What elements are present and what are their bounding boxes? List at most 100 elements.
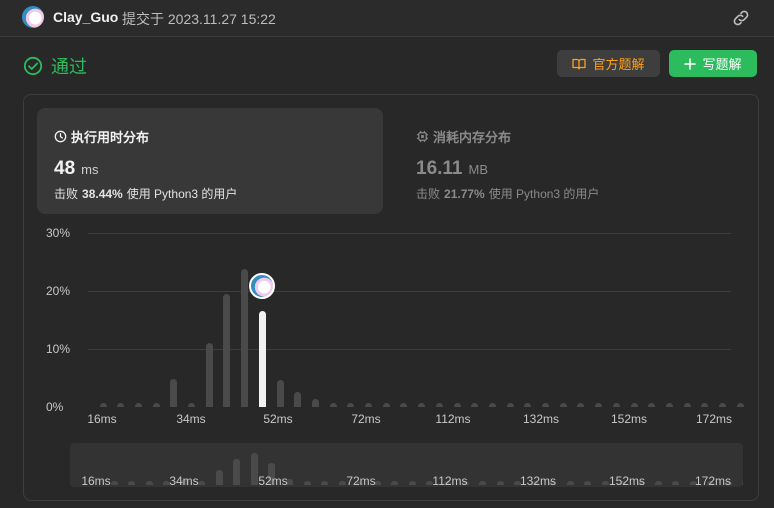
submitted-time: 提交于 2023.11.27 15:22 (122, 11, 276, 27)
mini-x-tick-label: 112ms (432, 474, 468, 487)
bar[interactable] (152, 402, 160, 407)
bar[interactable] (365, 402, 372, 407)
bar[interactable] (612, 402, 620, 407)
status-text: 通过 (51, 57, 87, 77)
bar[interactable] (99, 402, 107, 407)
runtime-unit: ms (81, 162, 99, 177)
mini-bar (566, 481, 574, 485)
bar[interactable] (435, 402, 443, 407)
bar[interactable] (418, 402, 426, 407)
submission-header: Clay_Guo 提交于 2023.11.27 15:22 (0, 0, 774, 37)
mini-bar (215, 470, 223, 485)
x-tick-label: 72ms (351, 412, 381, 426)
bar[interactable] (347, 402, 355, 407)
bar[interactable] (577, 402, 585, 407)
memory-card[interactable]: 消耗内存分布 16.11 MB 击败 21.77% 使用 Python3 的用户 (399, 108, 745, 214)
memory-beat: 击败 21.77% 使用 Python3 的用户 (416, 185, 599, 202)
chip-icon (416, 130, 429, 143)
bar[interactable] (205, 343, 213, 407)
mini-x-tick-label: 172ms (694, 474, 732, 487)
write-solution-label: 写题解 (702, 57, 742, 72)
official-solution-label: 官方题解 (592, 57, 645, 72)
write-solution-button[interactable]: 写题解 (669, 50, 757, 77)
runtime-beat-percent: 38.44% (82, 187, 123, 201)
x-tick-label: 52ms (263, 412, 293, 426)
mini-x-tick-label: 16ms (81, 474, 111, 487)
bar[interactable] (400, 402, 408, 407)
mini-bar (198, 481, 206, 485)
memory-title: 消耗内存分布 (433, 130, 512, 145)
memory-value-row: 16.11 MB (416, 158, 488, 180)
bar[interactable] (170, 379, 178, 407)
bar[interactable] (223, 293, 231, 407)
bar[interactable] (488, 402, 496, 407)
x-tick-label: 16ms (87, 412, 117, 426)
official-solution-button[interactable]: 官方题解 (557, 50, 660, 77)
user-avatar-icon[interactable] (22, 6, 44, 28)
bar-current[interactable] (258, 311, 266, 407)
x-tick-label: 152ms (610, 412, 648, 426)
bar[interactable] (524, 402, 532, 407)
bar[interactable] (117, 402, 125, 407)
book-icon (572, 58, 587, 70)
chart-range-slider[interactable]: 16ms 34ms 52ms 72ms 112ms 132ms 152ms 172ms (70, 443, 743, 487)
plus-icon (684, 57, 697, 70)
bar[interactable] (665, 402, 673, 407)
mini-bar (110, 481, 118, 485)
bar[interactable] (630, 402, 638, 407)
bar[interactable] (719, 402, 726, 407)
mini-x-tick-label: 152ms (608, 474, 646, 487)
runtime-beat-suffix: 使用 Python3 的用户 (126, 187, 238, 201)
mini-x-tick-label: 34ms (169, 474, 199, 487)
bar[interactable] (559, 402, 567, 407)
bar[interactable] (701, 402, 709, 407)
mini-bar (303, 481, 311, 485)
bar[interactable] (134, 402, 142, 407)
y-tick-label: 0% (46, 400, 64, 414)
username[interactable]: Clay_Guo (53, 9, 118, 25)
mini-bar (742, 481, 743, 485)
user-position-marker-icon[interactable] (249, 273, 275, 299)
link-icon[interactable] (730, 8, 752, 28)
bar[interactable] (276, 380, 284, 407)
memory-beat-percent: 21.77% (444, 187, 485, 201)
bar[interactable] (471, 402, 479, 407)
bar[interactable] (595, 402, 603, 407)
bar[interactable] (736, 402, 744, 407)
x-tick-label: 172ms (695, 412, 733, 426)
mini-bar (496, 481, 504, 485)
runtime-value-row: 48 ms (54, 158, 98, 180)
memory-beat-suffix: 使用 Python3 的用户 (488, 187, 600, 201)
memory-beat-prefix: 击败 (416, 187, 441, 201)
y-tick-label: 30% (46, 226, 71, 240)
bar[interactable] (188, 402, 195, 407)
mini-bar (672, 481, 680, 485)
bar[interactable] (329, 402, 337, 407)
bar[interactable] (294, 391, 302, 407)
mini-bar (128, 481, 136, 485)
runtime-card[interactable]: 执行用时分布 48 ms 击败 38.44% 使用 Python3 的用户 (37, 108, 383, 214)
mini-bar (250, 452, 258, 485)
x-tick-label: 112ms (435, 412, 471, 426)
clock-icon (54, 130, 67, 143)
bar[interactable] (648, 402, 656, 407)
mini-bar (391, 481, 399, 485)
y-tick-label: 20% (46, 284, 71, 298)
bar[interactable] (542, 402, 549, 407)
bar[interactable] (506, 402, 514, 407)
memory-value: 16.11 (416, 158, 463, 179)
runtime-value: 48 (54, 158, 76, 179)
mini-bar (145, 481, 153, 485)
gridline (88, 291, 731, 292)
bar[interactable] (382, 402, 390, 407)
bar[interactable] (311, 399, 319, 407)
check-circle-icon (23, 56, 43, 76)
x-tick-label: 34ms (176, 412, 206, 426)
bar[interactable] (241, 268, 249, 407)
mini-bar (479, 481, 487, 485)
mini-bar (654, 481, 662, 485)
mini-x-tick-label: 72ms (346, 474, 376, 487)
mini-x-tick-label: 52ms (258, 474, 288, 487)
bar[interactable] (453, 402, 461, 407)
bar[interactable] (683, 402, 691, 407)
